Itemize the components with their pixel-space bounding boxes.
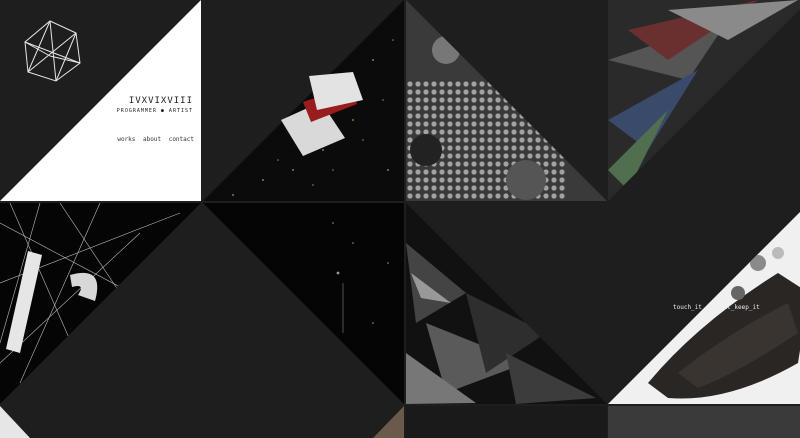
work-tile-6[interactable]	[406, 203, 607, 404]
work-tile-9[interactable]	[203, 406, 404, 438]
nav-works[interactable]: works	[117, 136, 135, 143]
work-tile-10[interactable]	[406, 406, 607, 438]
work-caption: touch_it_read_it_keep_it	[673, 304, 760, 311]
work-tile-1[interactable]	[203, 0, 404, 201]
work-tile-2[interactable]	[406, 0, 607, 201]
intro-tile: IVXVIXVIII PROGRAMMER ● ARTIST works abo…	[0, 0, 201, 201]
work-thumb-10	[406, 406, 607, 438]
work-thumb-4	[0, 203, 201, 404]
work-thumb-1	[203, 0, 404, 201]
work-tile-5[interactable]	[203, 203, 404, 404]
work-thumb-11	[608, 406, 800, 438]
work-tile-4[interactable]	[0, 203, 201, 404]
work-thumb-8	[0, 406, 201, 438]
main-nav: works about contact	[113, 136, 194, 143]
work-tile-3[interactable]	[608, 0, 800, 201]
work-thumb-3	[608, 0, 800, 201]
nav-contact[interactable]: contact	[169, 136, 194, 143]
logo-icon[interactable]	[20, 18, 84, 84]
site-name: IVXVIXVIII	[128, 96, 193, 106]
work-thumb-5	[203, 203, 404, 404]
brand: IVXVIXVIII PROGRAMMER ● ARTIST	[117, 96, 193, 114]
work-thumb-2	[406, 0, 607, 201]
nav-about[interactable]: about	[143, 136, 161, 143]
site-role: PROGRAMMER ● ARTIST	[116, 108, 193, 114]
work-tile-11[interactable]	[608, 406, 800, 438]
work-thumb-6	[406, 203, 607, 404]
work-thumb-9	[203, 406, 404, 438]
work-tile-8[interactable]	[0, 406, 201, 438]
